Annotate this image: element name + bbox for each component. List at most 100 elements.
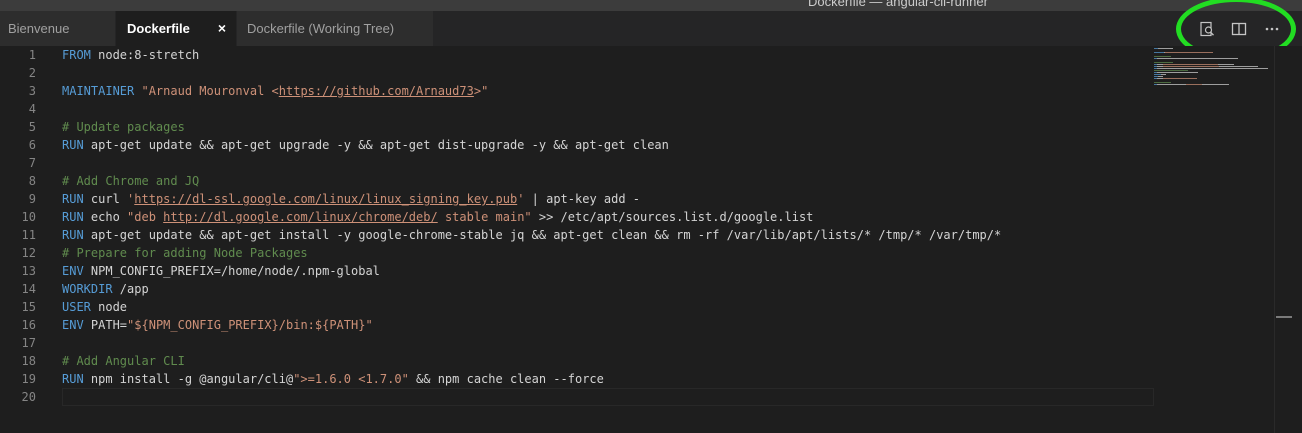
line-number: 17 [21,336,36,350]
string-token[interactable]: https://github.com/Arnaud73 [279,84,474,98]
code-line[interactable]: RUN apt-get update && apt-get install -y… [62,226,1001,244]
line-number: 13 [21,264,36,278]
minimap-line [1157,58,1238,59]
text-token: >> /etc/apt/sources.list.d/google.list [531,210,814,224]
minimap-line [1154,74,1161,75]
line-number: 15 [21,300,36,314]
line-number: 7 [28,156,36,170]
minimap-line [1202,84,1229,85]
text-token: /app [112,282,149,296]
line-number: 9 [28,192,36,206]
minimap-line [1184,52,1211,53]
minimap-line [1154,82,1171,83]
window-title: Dockerfile — angular-cli-runner [808,0,988,9]
line-number: 5 [28,120,36,134]
minimap-line [1157,68,1268,69]
code-line[interactable]: # Add Angular CLI [62,352,185,370]
minimap-line [1218,64,1234,65]
minimap-line [1161,74,1166,75]
line-number: 6 [28,138,36,152]
code-line[interactable]: USER node [62,298,127,316]
code-line[interactable]: FROM node:8-stretch [62,46,199,64]
code-line[interactable]: RUN echo "deb http://dl.google.com/linux… [62,208,813,226]
code-line[interactable]: ENV PATH="${NPM_CONFIG_PREFIX}/bin:${PAT… [62,316,373,334]
more-actions-icon[interactable] [1263,20,1281,38]
line-number: 8 [28,174,36,188]
minimap[interactable] [1150,46,1275,433]
text-token: curl [83,192,128,206]
text-token: node [90,300,128,314]
minimap-line [1211,52,1213,53]
text-token: apt-get update && apt-get install -y goo… [83,228,1002,242]
code-line[interactable]: WORKDIR /app [62,280,149,298]
string-token[interactable]: https://dl-ssl.google.com/linux/linux_si… [134,192,517,206]
keyword-token: ENV [62,318,84,332]
text-token: apt-get update && apt-get upgrade -y && … [83,138,669,152]
string-token: stable main" [437,210,532,224]
keyword-token: WORKDIR [62,282,113,296]
minimap-line [1165,52,1184,53]
line-number: 20 [21,390,36,404]
keyword-token: USER [62,300,91,314]
line-number: 12 [21,246,36,260]
keyword-token: FROM [62,48,91,62]
text-token: && npm cache clean --force [408,372,604,386]
line-number: 1 [28,48,36,62]
keyword-token: RUN [62,192,84,206]
line-number: 3 [28,84,36,98]
editor-actions [0,11,1302,46]
minimap-line [1163,78,1197,79]
comment-token: # Add Angular CLI [62,354,185,368]
text-token: npm install -g @angular/cli@ [83,372,294,386]
minimap-line [1158,76,1163,77]
minimap-line [1186,84,1202,85]
minimap-line [1164,64,1217,65]
vertical-scrollbar[interactable] [1274,46,1302,433]
keyword-token: RUN [62,138,84,152]
string-token: ">=1.6.0 <1.7.0" [293,372,409,386]
code-line[interactable]: # Add Chrome and JQ [62,172,199,190]
keyword-token: MAINTAINER [62,84,135,98]
code-line[interactable]: RUN npm install -g @angular/cli@">=1.6.0… [62,370,604,388]
text-token: NPM_CONFIG_PREFIX=/home/node/.npm-global [83,264,380,278]
minimap-line [1158,48,1173,49]
comment-token: # Prepare for adding Node Packages [62,246,308,260]
string-token: "deb [127,210,164,224]
keyword-token: RUN [62,210,84,224]
minimap-line [1157,72,1198,73]
code-line[interactable]: # Update packages [62,118,185,136]
minimap-line [1154,70,1188,71]
text-token: PATH= [83,318,128,332]
line-number: 16 [21,318,36,332]
keyword-token: ENV [62,264,84,278]
code-line[interactable]: MAINTAINER "Arnaud Mouronval <https://gi… [62,82,488,100]
open-changes-icon[interactable] [1198,20,1216,38]
comment-token: # Add Chrome and JQ [62,174,200,188]
string-token[interactable]: http://dl.google.com/linux/chrome/deb/ [163,210,438,224]
title-bar: Dockerfile — angular-cli-runner [0,0,1302,11]
text-token: echo [83,210,128,224]
minimap-line [1154,62,1173,63]
keyword-token: RUN [62,228,84,242]
current-line-highlight [62,388,1154,406]
comment-token: # Update packages [62,120,185,134]
line-number: 14 [21,282,36,296]
minimap-line [1168,66,1206,67]
code-line[interactable]: # Prepare for adding Node Packages [62,244,308,262]
text-token: node:8-stretch [90,48,200,62]
code-editor[interactable]: 1 2 3 4 5 6 7 8 9 10 11 12 13 14 15 16 17 18 19 20 FROM nod… [0,46,1302,433]
code-line[interactable]: RUN curl 'https://dl-ssl.google.com/linu… [62,190,640,208]
line-number: 19 [21,372,36,386]
minimap-line [1154,52,1164,53]
string-token: "${NPM_CONFIG_PREFIX}/bin:${PATH}" [127,318,373,332]
line-number: 10 [21,210,36,224]
string-token: >" [473,84,489,98]
line-number: 4 [28,102,36,116]
minimap-line [1219,66,1258,67]
line-number: 18 [21,354,36,368]
code-line[interactable]: ENV NPM_CONFIG_PREFIX=/home/node/.npm-gl… [62,262,380,280]
split-editor-icon[interactable] [1230,20,1248,38]
scrollbar-cursor-marker [1276,316,1292,318]
code-line[interactable]: RUN apt-get update && apt-get upgrade -y… [62,136,669,154]
line-number: 2 [28,66,36,80]
